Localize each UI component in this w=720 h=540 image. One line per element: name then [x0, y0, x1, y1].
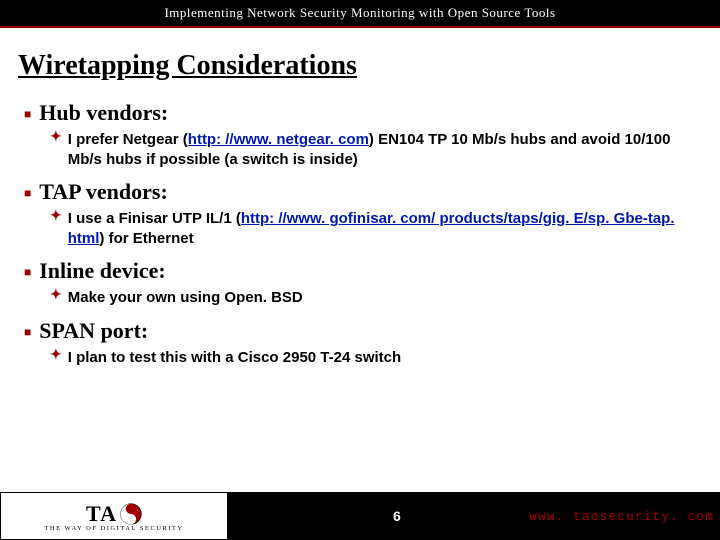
page-number: 6 — [393, 508, 401, 524]
star-bullet-icon: ✦ — [50, 129, 62, 143]
topic-tap-vendors: ■ TAP vendors: ✦ I use a Finisar UTP IL/… — [24, 179, 696, 248]
topic-detail: ✦ I use a Finisar UTP IL/1 (http: //www.… — [50, 209, 696, 248]
detail-text: I prefer Netgear (http: //www. netgear. … — [68, 130, 696, 169]
topic-detail: ✦ Make your own using Open. BSD — [50, 288, 696, 308]
topic-heading-text: Inline device: — [39, 258, 166, 284]
topic-heading: ■ Hub vendors: — [24, 100, 696, 126]
logo-main: TA — [86, 501, 142, 527]
topic-heading: ■ Inline device: — [24, 258, 696, 284]
topic-heading-text: SPAN port: — [39, 318, 148, 344]
topic-inline-device: ■ Inline device: ✦ Make your own using O… — [24, 258, 696, 308]
yin-yang-icon — [120, 503, 142, 525]
square-bullet-icon: ■ — [24, 107, 31, 122]
footer-bar: TA THE WAY OF DIGITAL SECURITY 6 www. ta… — [0, 492, 720, 540]
topic-span-port: ■ SPAN port: ✦ I plan to test this with … — [24, 318, 696, 368]
detail-pre: I use a Finisar UTP IL/1 ( — [68, 210, 241, 227]
star-bullet-icon: ✦ — [50, 287, 62, 301]
footer-url: www. taosecurity. com — [529, 509, 714, 524]
topic-heading-text: Hub vendors: — [39, 100, 168, 126]
detail-post: ) for Ethernet — [99, 230, 193, 247]
detail-pre: I prefer Netgear ( — [68, 131, 188, 148]
star-bullet-icon: ✦ — [50, 208, 62, 222]
slide-content: ■ Hub vendors: ✦ I prefer Netgear (http:… — [0, 86, 720, 367]
topic-heading-text: TAP vendors: — [39, 179, 168, 205]
topic-detail: ✦ I prefer Netgear (http: //www. netgear… — [50, 130, 696, 169]
topic-hub-vendors: ■ Hub vendors: ✦ I prefer Netgear (http:… — [24, 100, 696, 169]
netgear-link[interactable]: http: //www. netgear. com — [188, 131, 369, 148]
detail-text: I use a Finisar UTP IL/1 (http: //www. g… — [68, 209, 696, 248]
slide-title: Wiretapping Considerations — [0, 42, 720, 86]
logo-box: TA THE WAY OF DIGITAL SECURITY — [0, 492, 228, 540]
square-bullet-icon: ■ — [24, 186, 31, 201]
topic-heading: ■ SPAN port: — [24, 318, 696, 344]
square-bullet-icon: ■ — [24, 265, 31, 280]
topic-detail: ✦ I plan to test this with a Cisco 2950 … — [50, 348, 696, 368]
header-title: Implementing Network Security Monitoring… — [164, 5, 555, 20]
detail-text: I plan to test this with a Cisco 2950 T-… — [68, 348, 401, 368]
header-bar: Implementing Network Security Monitoring… — [0, 0, 720, 26]
detail-text: Make your own using Open. BSD — [68, 288, 303, 308]
logo-tagline: THE WAY OF DIGITAL SECURITY — [44, 525, 183, 532]
logo-text: TA — [86, 501, 117, 527]
square-bullet-icon: ■ — [24, 325, 31, 340]
topic-heading: ■ TAP vendors: — [24, 179, 696, 205]
detail-pre: Make your own using Open. BSD — [68, 289, 303, 306]
star-bullet-icon: ✦ — [50, 347, 62, 361]
detail-pre: I plan to test this with a Cisco 2950 T-… — [68, 349, 401, 366]
